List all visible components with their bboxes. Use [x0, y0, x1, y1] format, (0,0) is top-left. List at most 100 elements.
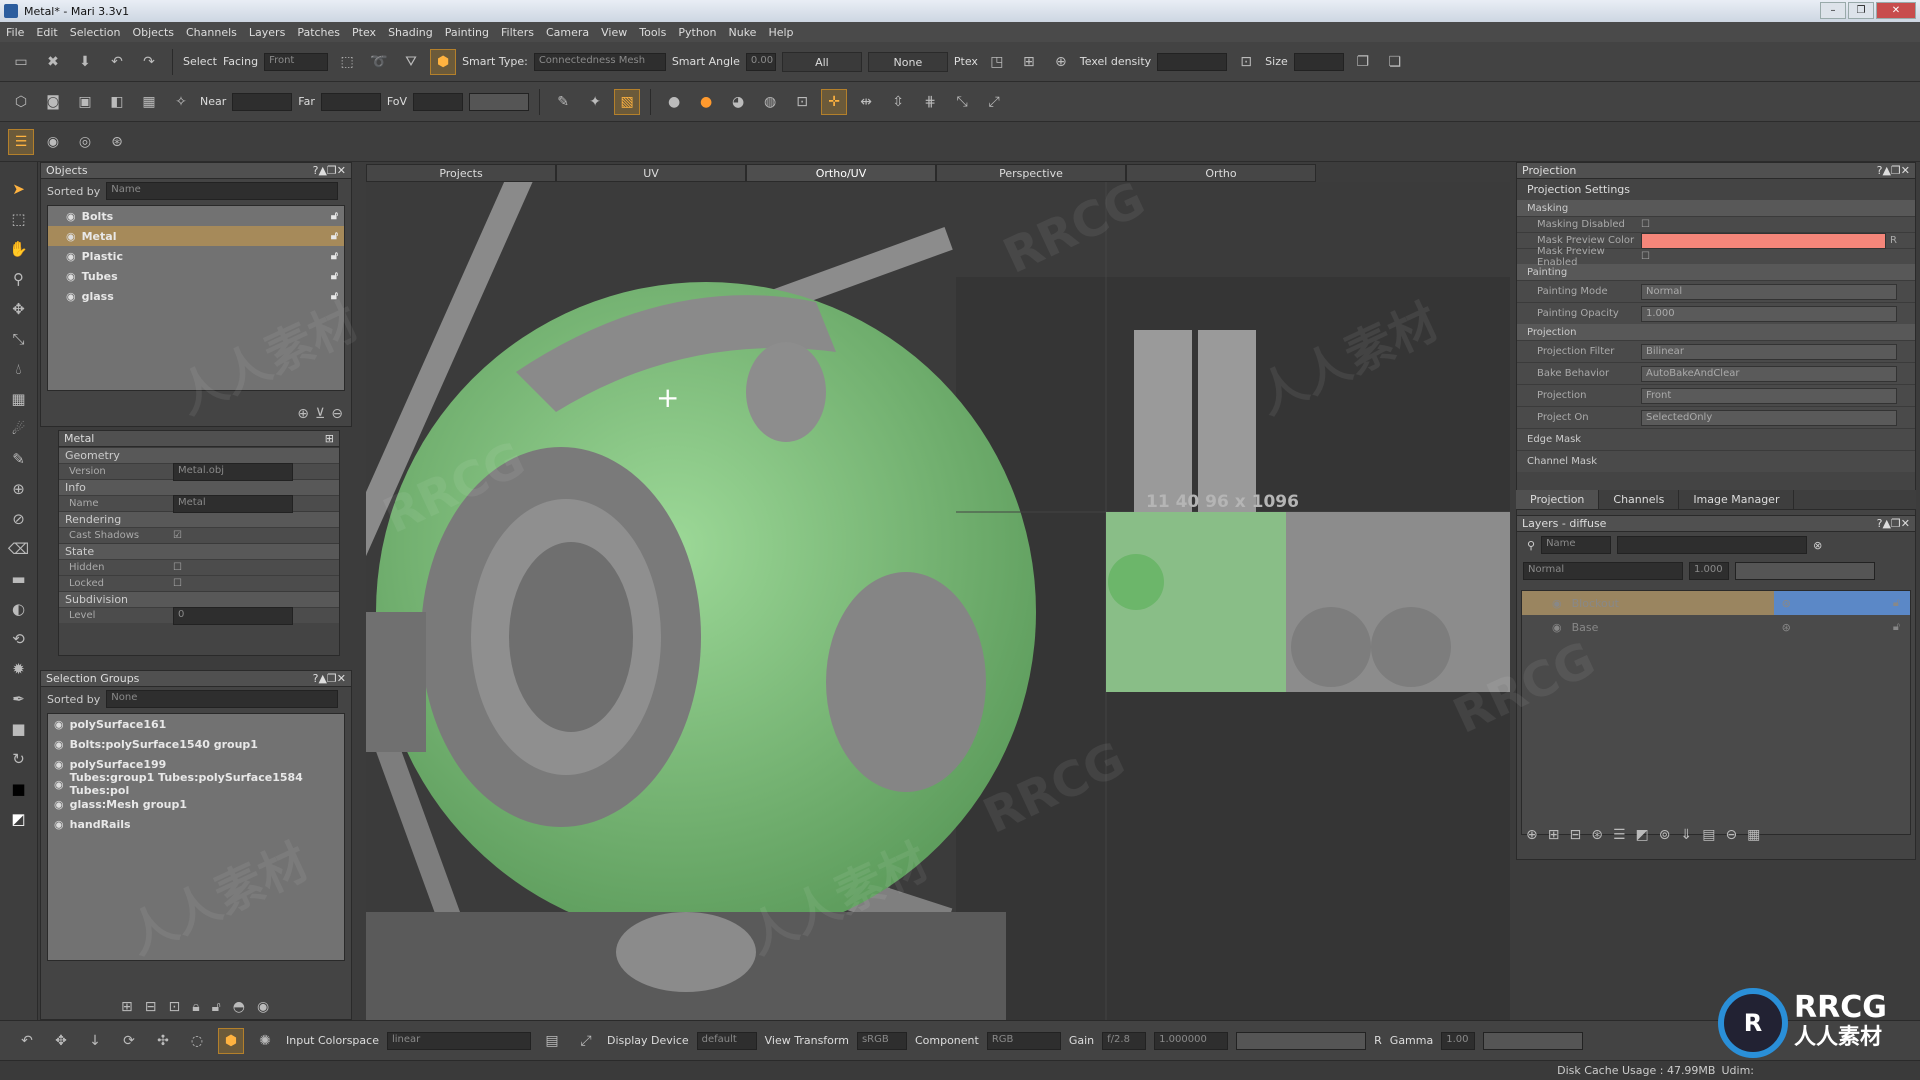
group-layers-icon[interactable]: ☰ [1613, 827, 1626, 843]
grid-view-icon[interactable]: ▦ [1747, 827, 1760, 843]
frame-select-icon[interactable]: ⊡ [789, 89, 815, 115]
texel-density-input[interactable] [1157, 52, 1228, 71]
level-dropdown[interactable]: 0 [173, 606, 293, 625]
menu-objects[interactable]: Objects [132, 26, 174, 39]
slice-tool-icon[interactable]: ⊘ [12, 510, 25, 528]
menu-file[interactable]: File [6, 26, 24, 39]
transform-b-icon[interactable]: ⤢ [981, 89, 1007, 115]
menu-shading[interactable]: Shading [388, 26, 433, 39]
eraser-tool-icon[interactable]: ⌫ [8, 540, 29, 558]
globe-icon[interactable]: ⊕ [1048, 49, 1074, 75]
visibility-eye-icon[interactable]: ◉ [66, 230, 76, 243]
dotted-circle-icon[interactable]: ◌ [184, 1028, 210, 1054]
mask-layer-icon[interactable]: ◩ [1636, 827, 1649, 843]
select-group-icon[interactable]: ⊡ [168, 999, 180, 1015]
display-device-dropdown[interactable]: default [696, 1031, 757, 1050]
save-icon[interactable]: ⬇ [72, 49, 98, 75]
select-none-button[interactable]: None [867, 51, 948, 72]
visibility-eye-icon[interactable]: ◉ [54, 758, 64, 771]
info-group[interactable]: Info [59, 479, 339, 495]
panel-controls-icon[interactable]: ?▲❐✕ [1877, 517, 1910, 530]
selection-group-row[interactable]: ◉ handRails [48, 814, 344, 834]
bake-behavior-dropdown[interactable]: AutoBakeAndClear [1641, 365, 1897, 382]
transform-tool-icon[interactable]: ⤡ [12, 330, 24, 348]
hide-group-icon[interactable]: ◓ [233, 999, 245, 1015]
delete-layer-icon[interactable]: ⊖ [1725, 827, 1737, 843]
view-tab[interactable]: UV [556, 164, 746, 182]
gamma-slider[interactable] [1483, 1031, 1584, 1050]
merge-down-icon[interactable]: ⇓ [1680, 827, 1692, 843]
fov-input[interactable] [413, 92, 464, 111]
projection-dropdown[interactable]: Front [1641, 387, 1897, 404]
view-tab[interactable]: Projects [366, 164, 556, 182]
clear-search-icon[interactable]: ⊗ [1813, 539, 1822, 552]
state-group[interactable]: State [59, 543, 339, 559]
light-icon[interactable]: ✧ [168, 89, 194, 115]
merge-group-icon[interactable]: ⊟ [145, 999, 157, 1015]
pivot-icon[interactable]: ✛ [821, 88, 848, 115]
project-on-dropdown[interactable]: SelectedOnly [1641, 409, 1897, 426]
blend-mode-dropdown[interactable]: Normal [1523, 562, 1683, 580]
layers-icon[interactable]: ☰ [8, 128, 34, 155]
menu-nuke[interactable]: Nuke [729, 26, 757, 39]
add-adjustment-icon[interactable]: ⊛ [1591, 827, 1603, 843]
smart-type-dropdown[interactable]: Connectedness Mesh [533, 52, 666, 71]
new-file-icon[interactable]: ▭ [8, 49, 34, 75]
menu-channels[interactable]: Channels [186, 26, 237, 39]
cube-view-icon[interactable]: ⬡ [8, 89, 34, 115]
undo-icon[interactable]: ↶ [104, 49, 130, 75]
move-gizmo-icon[interactable]: ✥ [48, 1028, 74, 1054]
selection-group-row[interactable]: ◉ Tubes:group1 Tubes:polySurface1584 Tube… [48, 771, 344, 797]
hidden-checkbox[interactable]: ☐ [173, 562, 182, 573]
zoom-tool-icon[interactable]: ⚲ [13, 270, 24, 288]
select-all-button[interactable]: All [781, 51, 862, 72]
grid-tool-icon[interactable]: ▦ [11, 390, 25, 408]
move-tool-icon[interactable]: ✥ [12, 300, 25, 318]
layers-filter-dropdown[interactable]: Name [1541, 536, 1612, 554]
transform-a-icon[interactable]: ⤡ [949, 89, 975, 115]
document-icon[interactable]: ▤ [539, 1028, 565, 1054]
grid-snap-icon[interactable]: ⋕ [917, 89, 943, 115]
import-object-icon[interactable]: ⊻ [315, 406, 325, 422]
masking-group[interactable]: Masking [1517, 200, 1915, 216]
channel-mask-row[interactable]: Channel Mask [1517, 450, 1915, 472]
layer-opacity-input[interactable]: 1.000 [1689, 562, 1729, 580]
fill-tool-icon[interactable]: ▬ [11, 570, 25, 588]
gradient-tool-icon[interactable]: ◐ [12, 600, 25, 618]
selection-group-row[interactable]: ◉ Bolts:polySurface1540 group1 [48, 734, 344, 754]
locked-checkbox[interactable]: ☐ [173, 578, 182, 589]
lock-icon[interactable]: 🔓︎ [331, 289, 338, 303]
colorspace-icon[interactable]: ✺ [252, 1028, 278, 1054]
maximize-button[interactable]: ❐ [1848, 2, 1874, 19]
view-tab[interactable]: Ortho [1126, 164, 1316, 182]
hand-tool-icon[interactable]: ✋ [9, 240, 28, 258]
menu-tools[interactable]: Tools [639, 26, 666, 39]
view-tab[interactable]: Ortho/UV [746, 164, 936, 182]
object-row[interactable]: ◉ Tubes 🔓︎ [48, 266, 344, 286]
panel-controls-icon[interactable]: ?▲❐✕ [313, 164, 346, 177]
visibility-eye-icon[interactable]: ◉ [54, 738, 64, 751]
marquee-select-icon[interactable]: ⬚ [334, 49, 360, 75]
menu-edit[interactable]: Edit [36, 26, 57, 39]
close-button[interactable]: ✕ [1876, 2, 1916, 19]
view-a-icon[interactable]: ◉ [40, 129, 66, 155]
curve-icon[interactable]: ⤢ [573, 1028, 599, 1054]
viewport[interactable]: + 11 40 96 x 1096 [366, 182, 1510, 1020]
facing-dropdown[interactable]: Front [264, 52, 329, 71]
ptex-icon[interactable]: ◳ [984, 49, 1010, 75]
objects-sort-dropdown[interactable]: Name [106, 182, 339, 200]
shape-icon[interactable]: ◧ [104, 89, 130, 115]
object-row[interactable]: ◉ Metal 🔓︎ [48, 226, 344, 246]
add-group-icon[interactable]: ⊞ [121, 999, 133, 1015]
pin-tool-icon[interactable]: ✎ [12, 450, 25, 468]
menu-layers[interactable]: Layers [249, 26, 285, 39]
visibility-eye-icon[interactable]: ◉ [66, 270, 76, 283]
move-vertical-icon[interactable]: ⇳ [885, 89, 911, 115]
view-c-icon[interactable]: ⊛ [104, 129, 130, 155]
minimize-button[interactable]: – [1820, 2, 1846, 19]
paint-through-icon[interactable]: ▧ [614, 88, 641, 115]
add-paint-layer-icon[interactable]: ⊞ [1548, 827, 1560, 843]
add-property-icon[interactable]: ⊞ [325, 432, 334, 445]
brush-icon[interactable]: ✎ [550, 89, 576, 115]
painting-mode-dropdown[interactable]: Normal [1641, 283, 1897, 300]
